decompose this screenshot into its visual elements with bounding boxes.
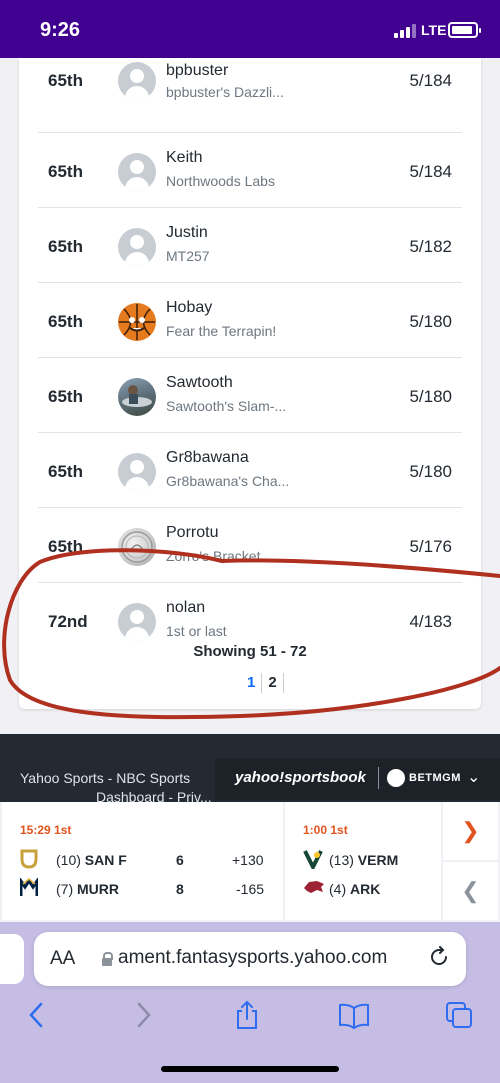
player-name[interactable]: Justin <box>166 224 208 242</box>
team-name: (4) ARK <box>329 881 381 897</box>
rank: 65th <box>48 387 83 406</box>
bracket-name[interactable]: 1st or last <box>166 623 227 639</box>
bracket-name[interactable]: Fear the Terrapin! <box>166 323 276 339</box>
bracket-score: 5/180 <box>409 312 452 331</box>
rank: 65th <box>48 162 83 181</box>
player-name[interactable]: Porrotu <box>166 524 218 542</box>
bracket-score: 5/184 <box>409 71 452 90</box>
tabs-icon[interactable] <box>444 1000 474 1030</box>
reload-icon[interactable] <box>428 946 450 968</box>
default-avatar-icon <box>118 62 156 100</box>
scores-ticker: 15:29 1st (10) SAN F 6 +130 (7) MURR 8 -… <box>0 802 500 922</box>
player-name[interactable]: Gr8bawana <box>166 449 249 467</box>
showing-range: Showing 51 - 72 <box>193 643 307 660</box>
forward-icon[interactable] <box>128 1000 158 1030</box>
default-avatar-icon <box>118 153 156 191</box>
team-score: 6 <box>176 852 184 868</box>
url-text[interactable]: ament.fantasysports.yahoo.com <box>118 947 418 969</box>
rank: 65th <box>48 312 83 331</box>
bracket-score: 5/182 <box>409 237 452 256</box>
leaderboard-row[interactable]: 65th Gr8bawana Gr8bawana's Cha... 5/180 <box>38 433 462 508</box>
player-name[interactable]: Hobay <box>166 299 212 317</box>
bookmarks-icon[interactable] <box>338 1000 369 1030</box>
betting-line: -165 <box>236 881 265 897</box>
leaderboard-row[interactable]: 65th Hobay Fear the Terrapin! 5/180 <box>38 283 462 358</box>
bracket-score: 4/183 <box>409 612 452 631</box>
yahoo-sportsbook-logo: yahoo!sportsbook <box>235 769 366 786</box>
player-name[interactable]: bpbuster <box>166 62 228 80</box>
leaderboard-row[interactable]: 65th Justin MT257 5/182 <box>38 208 462 283</box>
game-card[interactable]: 1:00 1st (13) VERM (4) ARK <box>285 802 441 920</box>
game-status: 1:00 1st <box>303 823 348 837</box>
bracket-name[interactable]: Sawtooth's Slam-... <box>166 398 286 414</box>
rank: 72nd <box>48 612 88 631</box>
page-2-link[interactable]: 2 <box>261 673 284 693</box>
bracket-name[interactable]: Zorro's Bracket <box>166 548 260 564</box>
leaderboard-row[interactable]: 65th Porrotu Zorro's Bracket 5/176 <box>38 508 462 583</box>
leaderboard-row[interactable]: 65th Sawtooth Sawtooth's Slam-... 5/180 <box>38 358 462 433</box>
default-avatar-icon <box>118 453 156 491</box>
browser-chrome: AA ament.fantasysports.yahoo.com <box>0 922 500 1083</box>
player-name[interactable]: Sawtooth <box>166 374 233 392</box>
betmgm-logo: BETMGM <box>409 772 461 784</box>
home-indicator <box>161 1066 339 1072</box>
bracket-score: 5/180 <box>409 462 452 481</box>
page-1-link[interactable]: 1 <box>241 673 261 693</box>
bracket-name[interactable]: MT257 <box>166 248 210 264</box>
arkansas-razorback-logo-icon <box>303 878 324 898</box>
share-icon[interactable] <box>232 1000 262 1030</box>
bracket-name[interactable]: Northwoods Labs <box>166 173 275 189</box>
cellular-signal-icon <box>394 24 416 38</box>
back-icon[interactable] <box>22 1000 52 1030</box>
browser-toolbar <box>0 1000 500 1030</box>
basketball-avatar-icon <box>118 303 156 341</box>
reader-options-button[interactable]: AA <box>50 948 75 970</box>
rank: 65th <box>48 537 83 556</box>
san-francisco-logo-icon <box>20 849 40 869</box>
chevron-down-icon[interactable]: ⌄ <box>467 767 480 787</box>
leaderboard-list: 65th bpbuster bpbuster's Dazzli... 5/184… <box>38 58 462 658</box>
bracket-name[interactable]: Gr8bawana's Cha... <box>166 473 289 489</box>
status-bar: 9:26 LTE <box>0 0 500 58</box>
status-time: 9:26 <box>40 19 81 41</box>
bracket-score: 5/176 <box>409 537 452 556</box>
team-score: 8 <box>176 881 184 897</box>
ticker-next-button[interactable]: ❯ <box>443 802 498 860</box>
player-name[interactable]: Keith <box>166 149 202 167</box>
game-card[interactable]: 15:29 1st (10) SAN F 6 +130 (7) MURR 8 -… <box>2 802 283 920</box>
leaderboard-card: 65th bpbuster bpbuster's Dazzli... 5/184… <box>19 58 481 709</box>
team-name: (10) SAN F <box>56 852 127 868</box>
leaderboard-row[interactable]: 65th Keith Northwoods Labs 5/184 <box>38 133 462 208</box>
fish-photo-avatar-icon <box>118 378 156 416</box>
address-bar[interactable]: AA ament.fantasysports.yahoo.com <box>34 932 466 986</box>
team-name: (13) VERM <box>329 852 399 868</box>
rank: 65th <box>48 71 83 90</box>
lock-icon <box>102 952 113 966</box>
bracket-name[interactable]: bpbuster's Dazzli... <box>166 84 284 100</box>
betmgm-lion-icon <box>387 769 405 787</box>
rank: 65th <box>48 462 83 481</box>
murray-state-logo-icon <box>19 876 40 898</box>
bracket-score: 5/184 <box>409 162 452 181</box>
betting-line: +130 <box>232 852 264 868</box>
divider <box>378 767 379 789</box>
rank: 65th <box>48 237 83 256</box>
game-status: 15:29 1st <box>20 823 72 837</box>
player-name[interactable]: nolan <box>166 599 205 617</box>
footer-links[interactable]: Yahoo Sports - NBC Sports <box>20 770 190 786</box>
coin-avatar-icon <box>118 528 156 566</box>
battery-icon <box>448 22 481 38</box>
team-name: (7) MURR <box>56 881 120 897</box>
bracket-score: 5/180 <box>409 387 452 406</box>
ticker-previous-button[interactable]: ❮ <box>443 862 498 920</box>
vermont-logo-icon <box>303 849 323 872</box>
network-label: LTE <box>421 22 447 38</box>
leaderboard-row[interactable]: 65th bpbuster bpbuster's Dazzli... 5/184 <box>38 58 462 133</box>
default-avatar-icon <box>118 603 156 641</box>
sportsbook-banner[interactable]: yahoo!sportsbook BETMGM ⌄ <box>215 758 500 800</box>
previous-tab-preview[interactable] <box>0 934 24 984</box>
pagination: 1 2 <box>241 671 284 695</box>
default-avatar-icon <box>118 228 156 266</box>
